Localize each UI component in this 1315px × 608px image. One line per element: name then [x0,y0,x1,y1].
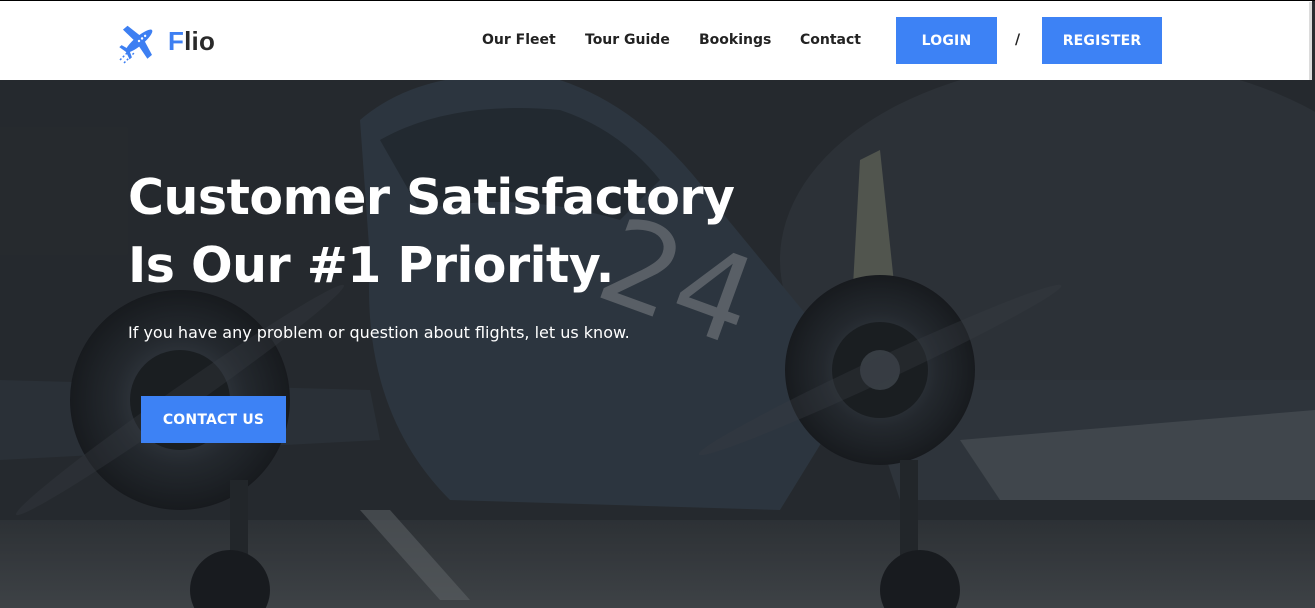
brand-name-rest: lio [184,25,216,56]
scrollbar-gutter [1309,2,1312,81]
hero-title-line-2: Is Our #1 Priority. [128,237,614,294]
nav-bookings[interactable]: Bookings [699,32,771,48]
contact-us-button[interactable]: CONTACT US [141,396,286,443]
brand-name: Flio [168,26,215,57]
airplane-logo-icon [119,25,153,64]
nav-tour-guide[interactable]: Tour Guide [585,32,670,48]
hero-section: 24 Customer Satisfactory Is Our #1 Prior… [0,80,1315,608]
hero-title-line-1: Customer Satisfactory [128,169,735,226]
hero-dark-overlay [0,80,1315,608]
nav-our-fleet[interactable]: Our Fleet [482,32,556,48]
nav-contact[interactable]: Contact [800,32,861,48]
brand-logo[interactable]: Flio [114,17,215,65]
site-header: Flio Our Fleet Tour Guide Bookings Conta… [0,1,1312,81]
brand-name-first-letter: F [168,25,185,56]
hero-subtitle: If you have any problem or question abou… [128,323,630,342]
auth-separator: / [1015,32,1021,48]
register-button[interactable]: REGISTER [1042,17,1162,64]
login-button[interactable]: LOGIN [896,17,997,64]
hero-title: Customer Satisfactory Is Our #1 Priority… [128,164,748,300]
